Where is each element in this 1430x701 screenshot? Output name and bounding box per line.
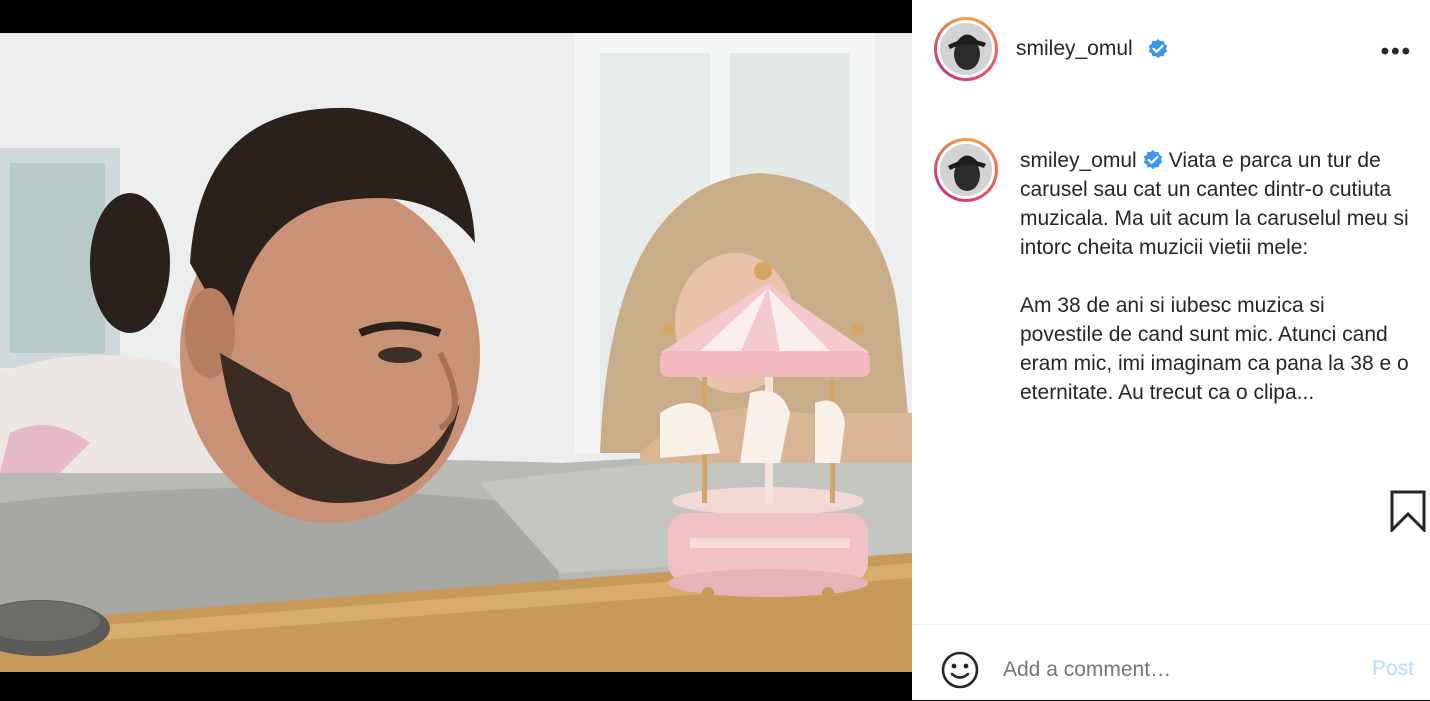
caption-avatar[interactable] bbox=[934, 138, 998, 202]
post-caption: smiley_omul Viata e parca un tur de carus… bbox=[1020, 146, 1412, 407]
bookmark-icon[interactable] bbox=[1390, 490, 1426, 532]
caption-avatar-image bbox=[940, 144, 992, 196]
avatar[interactable] bbox=[934, 17, 998, 81]
caption-verified-badge-icon bbox=[1143, 150, 1162, 170]
caption-body: Viata e parca un tur de carusel sau cat … bbox=[1020, 149, 1409, 404]
header-username[interactable]: smiley_omul bbox=[1016, 37, 1133, 61]
carousel-photo-illustration bbox=[0, 33, 912, 672]
post-header: smiley_omul ••• bbox=[912, 0, 1430, 100]
post-media bbox=[0, 0, 912, 700]
post-details-panel: smiley_omul ••• smiley_omul Viata e parca… bbox=[912, 0, 1430, 700]
verified-badge-icon bbox=[1148, 39, 1168, 59]
post-comment-button[interactable]: Post bbox=[1372, 657, 1414, 681]
caption-username[interactable]: smiley_omul bbox=[1020, 149, 1137, 172]
post-photo[interactable] bbox=[0, 33, 912, 672]
emoji-icon[interactable] bbox=[940, 650, 980, 690]
comment-input[interactable] bbox=[1003, 656, 1323, 684]
avatar-image bbox=[940, 23, 992, 75]
more-options-icon[interactable]: ••• bbox=[1381, 38, 1412, 66]
